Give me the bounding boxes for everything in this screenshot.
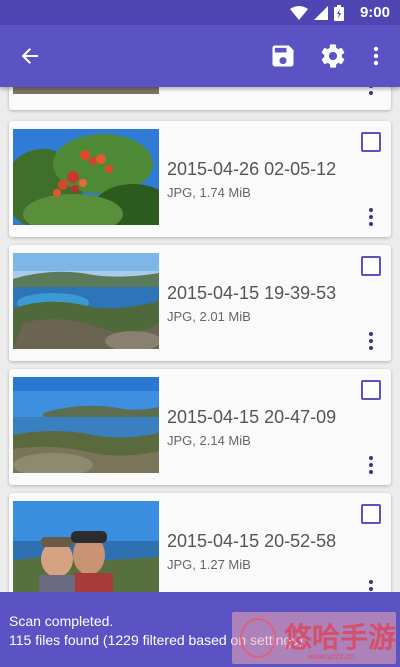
overflow-menu-icon [373, 46, 379, 66]
settings-button[interactable] [315, 38, 351, 74]
file-name: 2015-04-15 20-52-58 [167, 531, 337, 551]
file-card[interactable]: 2015-04-15 20-52-58 JPG, 1.27 MiB [9, 493, 391, 592]
file-options-button[interactable] [363, 329, 379, 353]
settings-gear-icon [321, 44, 345, 68]
file-options-button[interactable] [363, 87, 379, 98]
file-select-checkbox[interactable] [361, 380, 381, 400]
file-info: JPG, 1.27 MiB [167, 557, 251, 572]
save-button[interactable] [265, 38, 301, 74]
file-info: JPG, 1.74 MiB [167, 185, 251, 200]
watermark-emblem-icon [240, 618, 276, 658]
recovered-files-list[interactable]: 2015-04-26 02-05-12 JPG, 1.74 MiB 2015-0… [0, 87, 400, 592]
file-thumbnail[interactable] [13, 377, 159, 473]
file-info: JPG, 2.01 MiB [167, 309, 251, 324]
signal-icon [314, 6, 328, 20]
file-name: 2015-04-26 02-05-12 [167, 159, 337, 179]
file-select-checkbox[interactable] [361, 256, 381, 276]
file-thumbnail[interactable] [13, 253, 159, 349]
status-bar: 9:00 [0, 0, 400, 25]
file-thumbnail[interactable] [13, 129, 159, 225]
file-name: 2015-04-15 20-47-09 [167, 407, 337, 427]
app-bar [0, 25, 400, 87]
file-card[interactable]: 2015-04-15 19-39-53 JPG, 2.01 MiB [9, 245, 391, 361]
save-icon [272, 45, 294, 67]
back-button[interactable] [12, 38, 48, 74]
file-options-button[interactable] [363, 205, 379, 229]
watermark-logo: 悠哈手游 www.uzzz.cn [232, 612, 396, 664]
file-options-button[interactable] [363, 577, 379, 592]
wifi-icon [290, 6, 308, 20]
scan-status-text: Scan completed. [9, 613, 114, 629]
file-name: 2015-04-15 19-39-53 [167, 283, 337, 303]
status-icons [290, 5, 344, 21]
clock: 9:00 [359, 4, 390, 21]
file-thumbnail[interactable] [13, 87, 159, 94]
file-select-checkbox[interactable] [361, 504, 381, 524]
file-card[interactable] [9, 87, 391, 110]
file-card[interactable]: 2015-04-15 20-47-09 JPG, 2.14 MiB [9, 369, 391, 485]
file-options-button[interactable] [363, 453, 379, 477]
watermark-text: 悠哈手游 [284, 622, 397, 653]
file-card[interactable]: 2015-04-26 02-05-12 JPG, 1.74 MiB [9, 121, 391, 237]
back-arrow-icon [21, 48, 38, 64]
overflow-menu-button[interactable] [364, 38, 388, 74]
file-thumbnail[interactable] [13, 501, 159, 592]
file-info: JPG, 2.14 MiB [167, 433, 251, 448]
file-select-checkbox[interactable] [361, 132, 381, 152]
watermark-url: www.uzzz.cn [308, 652, 355, 661]
battery-icon [334, 5, 344, 21]
